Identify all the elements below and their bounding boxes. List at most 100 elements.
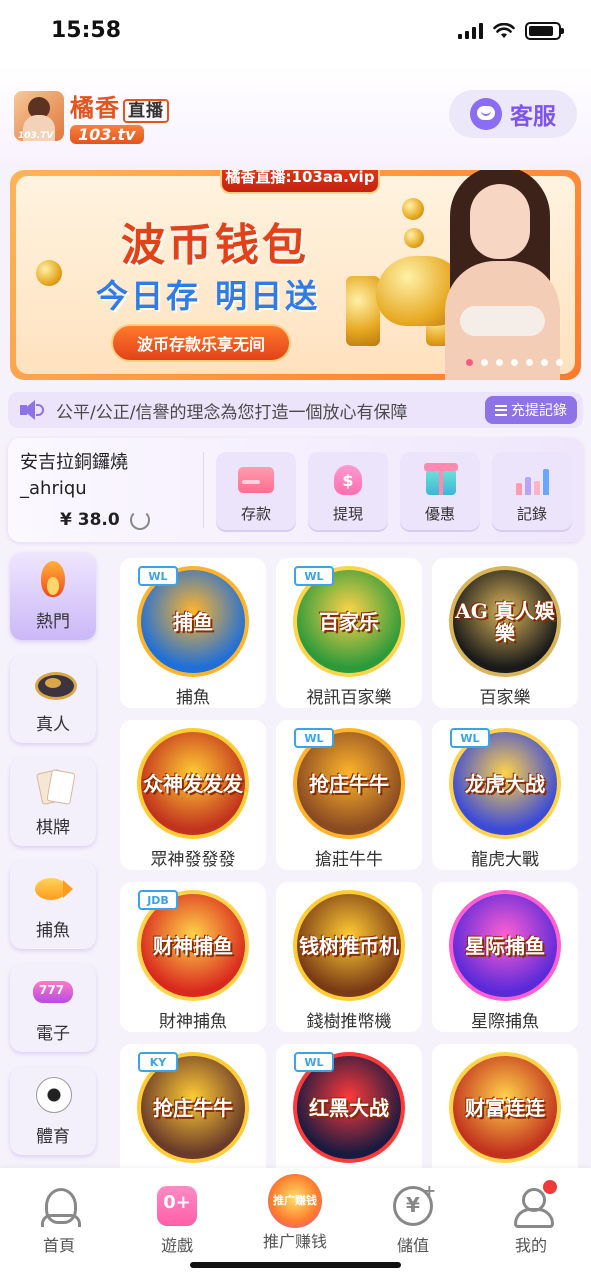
notification-badge bbox=[543, 1180, 557, 1194]
tab-deposit[interactable]: 儲值 bbox=[354, 1181, 472, 1256]
balance-value: ¥ 38.0 bbox=[60, 510, 120, 530]
tab-home[interactable]: 首頁 bbox=[0, 1186, 118, 1256]
cellular-signal-icon bbox=[458, 23, 483, 39]
transaction-records-button[interactable]: 充提記錄 bbox=[485, 396, 577, 424]
tab-promote[interactable]: 推广赚钱 推广赚钱 bbox=[236, 1174, 354, 1252]
game-title: 星際捕魚 bbox=[471, 1012, 539, 1032]
speaker-icon bbox=[18, 397, 44, 423]
game-thumbnail-text: 红黑大战 bbox=[309, 1095, 389, 1120]
gift-icon bbox=[418, 459, 462, 499]
banner-dot[interactable] bbox=[466, 359, 473, 366]
status-bar: 15:58 bbox=[0, 0, 591, 64]
profile-icon bbox=[511, 1180, 557, 1228]
provider-badge: WL bbox=[294, 566, 334, 586]
logo-title: 橘香 直播 bbox=[70, 88, 169, 123]
game-card[interactable]: AG 真人娛樂 百家樂 bbox=[432, 558, 578, 708]
banner-cta-button[interactable]: 波币存款乐享无间 bbox=[111, 324, 291, 362]
list-icon bbox=[495, 404, 507, 416]
banner-inner: 波币钱包 今日存 明日送 波币存款乐享无间 bbox=[16, 170, 575, 380]
action-label: 記錄 bbox=[516, 505, 547, 523]
category-sidebar: 熱門真人棋牌捕魚電子體育 bbox=[10, 552, 100, 1170]
slot-icon bbox=[31, 971, 75, 1013]
game-thumbnail-text: 众神发发发 bbox=[143, 771, 243, 796]
game-card[interactable]: 星际捕鱼 星際捕魚 bbox=[432, 882, 578, 1032]
game-card[interactable]: WL 抢庄牛牛 搶莊牛牛 bbox=[276, 720, 422, 870]
banner-dot[interactable] bbox=[526, 359, 533, 366]
game-title: 財神捕魚 bbox=[159, 1012, 227, 1032]
banner-title: 波币钱包 bbox=[121, 220, 309, 271]
provider-badge: KY bbox=[138, 1052, 178, 1072]
records-button[interactable]: 記錄 bbox=[492, 452, 572, 530]
deposit-button[interactable]: 存款 bbox=[216, 452, 296, 530]
provider-badge: JDB bbox=[138, 890, 178, 910]
category-label: 真人 bbox=[36, 715, 70, 735]
game-card[interactable]: JDB 财神捕鱼 財神捕魚 bbox=[120, 882, 266, 1032]
banner-dot[interactable] bbox=[481, 359, 488, 366]
banner-dot[interactable] bbox=[511, 359, 518, 366]
headset-icon bbox=[470, 98, 502, 130]
announcement-bar[interactable]: 公平/公正/信譽的理念為您打造一個放心有保障 充提記錄 bbox=[8, 392, 583, 428]
app-logo[interactable]: 103.TV 橘香 直播 103.tv bbox=[14, 88, 169, 144]
account-username: 安吉拉銅鑼燒_ahriqu bbox=[20, 452, 128, 499]
fire-icon bbox=[31, 559, 75, 601]
banner-dot[interactable] bbox=[541, 359, 548, 366]
game-title: 捕魚 bbox=[176, 688, 210, 708]
banner-dot[interactable] bbox=[556, 359, 563, 366]
game-grid: WL 捕鱼 捕魚 WL 百家乐 視訊百家樂 AG 真人娛樂 百家樂 众神发发发 眾神發發發 WL 抢庄… bbox=[120, 558, 580, 1194]
game-card[interactable]: WL 龙虎大战 龍虎大戰 bbox=[432, 720, 578, 870]
game-thumbnail-text: 星际捕鱼 bbox=[465, 933, 545, 958]
action-label: 存款 bbox=[240, 505, 271, 523]
home-indicator bbox=[190, 1262, 401, 1268]
customer-service-button[interactable]: 客服 bbox=[449, 90, 577, 138]
fish-icon bbox=[31, 868, 75, 910]
category-item[interactable]: 體育 bbox=[10, 1067, 96, 1155]
game-thumbnail-text: 百家乐 bbox=[319, 609, 379, 634]
chip-icon bbox=[31, 662, 77, 704]
game-card[interactable]: WL 百家乐 視訊百家樂 bbox=[276, 558, 422, 708]
battery-level bbox=[529, 26, 553, 36]
banner-tag: 橘香直播:103aa.vip bbox=[220, 170, 380, 194]
banner-pagination[interactable] bbox=[466, 359, 563, 366]
transaction-records-label: 充提記錄 bbox=[511, 403, 567, 419]
game-card[interactable]: WL 捕鱼 捕魚 bbox=[120, 558, 266, 708]
refresh-icon[interactable] bbox=[129, 510, 150, 530]
banner-dot[interactable] bbox=[496, 359, 503, 366]
category-label: 捕魚 bbox=[36, 921, 70, 941]
withdraw-button[interactable]: $ 提現 bbox=[308, 452, 388, 530]
tab-profile[interactable]: 我的 bbox=[472, 1180, 590, 1256]
account-panel: 安吉拉銅鑼燒_ahriqu ¥ 38.0 存款 $ 提現 優惠 記錄 bbox=[8, 438, 583, 542]
logo-url: 103.tv bbox=[70, 125, 144, 144]
category-item[interactable]: 電子 bbox=[10, 964, 96, 1052]
logo-text: 橘香 直播 103.tv bbox=[70, 88, 169, 144]
soccer-ball-icon bbox=[31, 1074, 75, 1116]
action-label: 提現 bbox=[332, 505, 363, 523]
logo-avatar-caption: 103.TV bbox=[18, 131, 54, 141]
category-item[interactable]: 棋牌 bbox=[10, 758, 96, 846]
coin-icon bbox=[36, 260, 62, 286]
promotions-button[interactable]: 優惠 bbox=[400, 452, 480, 530]
game-title: 眾神發發發 bbox=[150, 850, 236, 870]
action-label: 優惠 bbox=[424, 505, 455, 523]
wifi-icon bbox=[493, 23, 515, 38]
game-card[interactable]: 众神发发发眾神發發發 bbox=[120, 720, 266, 870]
app-header: 103.TV 橘香 直播 103.tv 客服 bbox=[0, 64, 591, 164]
game-card[interactable]: 钱树推币机 錢樹推幣機 bbox=[276, 882, 422, 1032]
game-thumbnail-text: 财富连连 bbox=[465, 1095, 545, 1120]
category-item[interactable]: 熱門 bbox=[10, 552, 96, 640]
game-title: 搶莊牛牛 bbox=[315, 850, 383, 870]
tab-games[interactable]: 遊戲 bbox=[118, 1186, 236, 1256]
tab-label: 我的 bbox=[514, 1236, 547, 1255]
status-icons bbox=[458, 22, 564, 40]
category-item[interactable]: 真人 bbox=[10, 655, 96, 743]
deposit-icon bbox=[393, 1181, 436, 1226]
game-thumbnail: 财富连连 bbox=[449, 1052, 561, 1163]
promo-icon: 推广赚钱 bbox=[268, 1174, 322, 1228]
promo-banner[interactable]: 波币钱包 今日存 明日送 波币存款乐享无间 橘香直播:103aa.vip bbox=[10, 170, 581, 380]
category-item[interactable]: 捕魚 bbox=[10, 861, 96, 949]
account-actions: 存款 $ 提現 優惠 記錄 bbox=[216, 452, 572, 530]
home-icon bbox=[39, 1186, 81, 1227]
banner-model-image bbox=[425, 170, 575, 380]
cards-icon bbox=[31, 765, 75, 807]
provider-badge: WL bbox=[294, 728, 334, 748]
card-icon bbox=[234, 459, 278, 499]
